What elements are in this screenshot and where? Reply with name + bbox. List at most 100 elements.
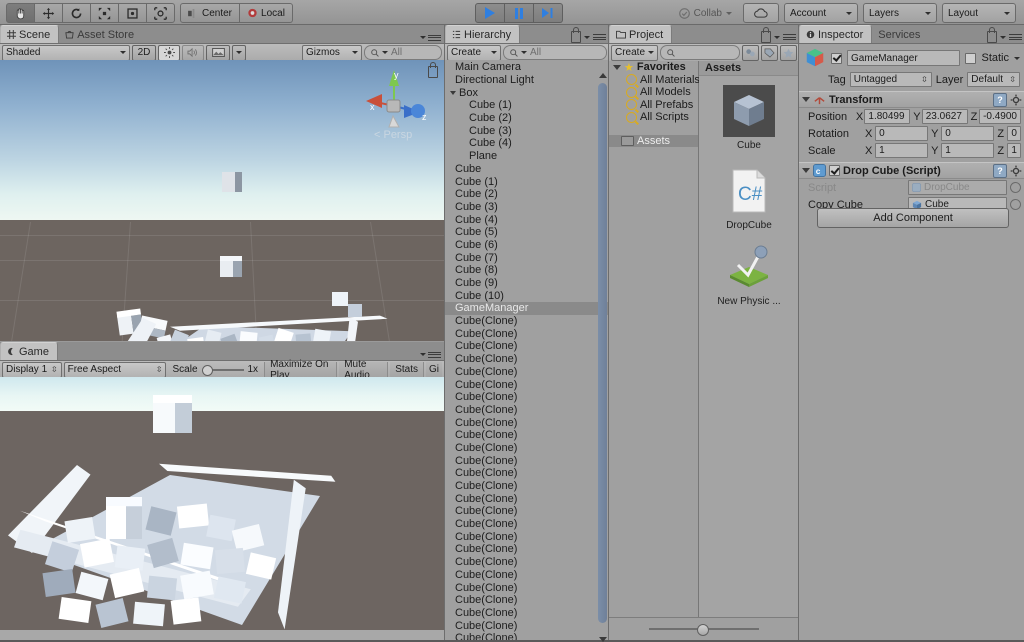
filter-by-type-button[interactable] — [741, 44, 759, 61]
transform-tool-button[interactable] — [147, 3, 175, 23]
project-menu-caret-icon[interactable] — [774, 35, 780, 39]
hierarchy-scrollbar[interactable] — [598, 73, 607, 642]
gear-icon[interactable] — [1010, 165, 1022, 177]
hierarchy-row[interactable]: Cube(Clone) — [445, 594, 609, 607]
script-reference-field[interactable]: DropCube — [908, 180, 1007, 195]
aspect-dropdown[interactable]: Free Aspect ⇳ — [63, 361, 167, 378]
hierarchy-row[interactable]: Cube (4) — [445, 213, 609, 226]
project-options-menu[interactable] — [783, 32, 796, 43]
hierarchy-row-selected[interactable]: GameManager — [445, 302, 609, 315]
project-search-input[interactable] — [660, 45, 740, 60]
shading-mode-dropdown[interactable]: Shaded — [2, 44, 130, 61]
hierarchy-row[interactable]: Cube(Clone) — [445, 353, 609, 366]
asset-item-physic-material[interactable]: New Physic ... — [703, 241, 795, 307]
hierarchy-row[interactable]: Cube(Clone) — [445, 569, 609, 582]
hierarchy-lock-icon[interactable] — [571, 27, 581, 43]
object-enabled-checkbox[interactable] — [831, 52, 842, 64]
hand-tool-button[interactable] — [6, 3, 35, 23]
add-component-button[interactable]: Add Component — [817, 208, 1009, 228]
gizmos-dropdown[interactable]: Gizmos — [302, 44, 362, 61]
pause-button[interactable] — [505, 3, 534, 23]
hierarchy-row[interactable]: Box — [445, 86, 609, 99]
display-dropdown[interactable]: Display 1 ⇳ — [2, 361, 62, 378]
hierarchy-row[interactable]: Cube(Clone) — [445, 315, 609, 328]
rotate-tool-button[interactable] — [63, 3, 91, 23]
hierarchy-row[interactable]: Cube(Clone) — [445, 429, 609, 442]
2d-toggle-button[interactable]: 2D — [132, 44, 156, 61]
favorite-all-scripts[interactable]: All Scripts — [609, 111, 698, 124]
hierarchy-row[interactable]: Cube(Clone) — [445, 467, 609, 480]
inspector-options-menu[interactable] — [1009, 32, 1022, 43]
scale-x-field[interactable]: 1 — [875, 143, 929, 158]
game-menu-caret-icon[interactable] — [420, 353, 426, 356]
game-viewport[interactable] — [0, 377, 444, 640]
expand-triangle-icon[interactable] — [450, 90, 456, 95]
layers-dropdown[interactable]: Layers — [863, 3, 937, 23]
hierarchy-row[interactable]: Cube(Clone) — [445, 581, 609, 594]
maximize-on-play-button[interactable]: Maximize On Play — [264, 359, 338, 381]
account-dropdown[interactable]: Account — [784, 3, 858, 23]
hierarchy-row[interactable]: Cube(Clone) — [445, 556, 609, 569]
game-options-menu[interactable] — [428, 349, 441, 360]
hierarchy-row[interactable]: Cube(Clone) — [445, 327, 609, 340]
audio-toggle-button[interactable] — [182, 44, 204, 61]
hierarchy-search-input[interactable]: All — [503, 45, 607, 60]
tag-dropdown[interactable]: Untagged ⇳ — [849, 72, 932, 87]
inspector-lock-icon[interactable] — [987, 27, 997, 43]
asset-item-dropcube[interactable]: C# DropCube — [703, 165, 795, 231]
favorite-all-models[interactable]: All Models — [609, 86, 698, 99]
rotation-y-field[interactable]: 0 — [941, 126, 995, 141]
rotation-z-field[interactable]: 0 — [1007, 126, 1021, 141]
cloud-button[interactable] — [743, 3, 779, 23]
object-name-field[interactable]: GameManager — [847, 50, 961, 66]
asset-item-cube[interactable]: Cube — [703, 85, 795, 151]
favorite-all-materials[interactable]: All Materials — [609, 74, 700, 87]
game-gizmos-button[interactable]: Gi — [426, 362, 442, 377]
scale-slider[interactable] — [201, 364, 244, 376]
rotation-x-field[interactable]: 0 — [875, 126, 929, 141]
scene-lock-icon[interactable] — [428, 62, 438, 78]
favorite-all-prefabs[interactable]: All Prefabs — [609, 99, 698, 112]
project-tree[interactable]: ★ Favorites All Materials All Models All… — [609, 61, 700, 618]
hierarchy-row[interactable]: Cube(Clone) — [445, 442, 609, 455]
help-icon[interactable]: ? — [993, 163, 1007, 178]
hierarchy-row[interactable]: Cube(Clone) — [445, 340, 609, 353]
object-picker-icon[interactable] — [1010, 182, 1021, 193]
hierarchy-row[interactable]: Cube (7) — [445, 251, 609, 264]
hierarchy-row[interactable]: Cube(Clone) — [445, 378, 609, 391]
hierarchy-row[interactable]: Cube(Clone) — [445, 632, 609, 640]
hierarchy-row[interactable]: Cube(Clone) — [445, 480, 609, 493]
mute-audio-button[interactable]: Mute Audio — [339, 359, 389, 381]
lighting-toggle-button[interactable] — [158, 44, 180, 61]
tab-services[interactable]: Services — [872, 26, 928, 43]
hierarchy-row[interactable]: Cube(Clone) — [445, 505, 609, 518]
hierarchy-row[interactable]: Cube(Clone) — [445, 530, 609, 543]
scene-viewport[interactable]: x y z < Persp — [0, 60, 444, 341]
pivot-mode-button[interactable]: Center — [180, 3, 241, 23]
hierarchy-row[interactable]: Cube (6) — [445, 239, 609, 252]
tab-asset-store[interactable]: Asset Store — [59, 26, 142, 43]
hierarchy-row[interactable]: Cube(Clone) — [445, 543, 609, 556]
hierarchy-row[interactable]: Cube — [445, 163, 609, 176]
object-picker-icon[interactable] — [1010, 199, 1021, 210]
hierarchy-tree[interactable]: Main Camera Directional Light Box Cube (1) C… — [445, 61, 609, 640]
position-y-field[interactable]: 23.0627 — [921, 109, 968, 124]
hierarchy-row[interactable]: Cube (3) — [445, 201, 609, 214]
tab-game[interactable]: Game — [0, 342, 58, 360]
hierarchy-row[interactable]: Cube (3) — [445, 124, 609, 137]
project-favorites-root[interactable]: ★ Favorites — [609, 61, 698, 74]
scale-y-field[interactable]: 1 — [941, 143, 995, 158]
hierarchy-row[interactable]: Directional Light — [445, 74, 609, 87]
hierarchy-row[interactable]: Cube(Clone) — [445, 518, 609, 531]
tab-scene[interactable]: Scene — [0, 25, 60, 43]
hierarchy-row[interactable]: Cube(Clone) — [445, 454, 609, 467]
effects-toggle-button[interactable] — [206, 44, 230, 61]
hierarchy-row[interactable]: Cube(Clone) — [445, 619, 609, 632]
scale-z-field[interactable]: 1 — [1007, 143, 1021, 158]
hierarchy-row[interactable]: Plane — [445, 150, 609, 163]
tab-project[interactable]: Project — [609, 25, 673, 43]
filter-by-label-button[interactable] — [760, 44, 778, 61]
dropcube-enabled-checkbox[interactable] — [829, 165, 840, 176]
filter-favorites-button[interactable] — [779, 44, 798, 61]
hierarchy-row[interactable]: Cube (2) — [445, 188, 609, 201]
